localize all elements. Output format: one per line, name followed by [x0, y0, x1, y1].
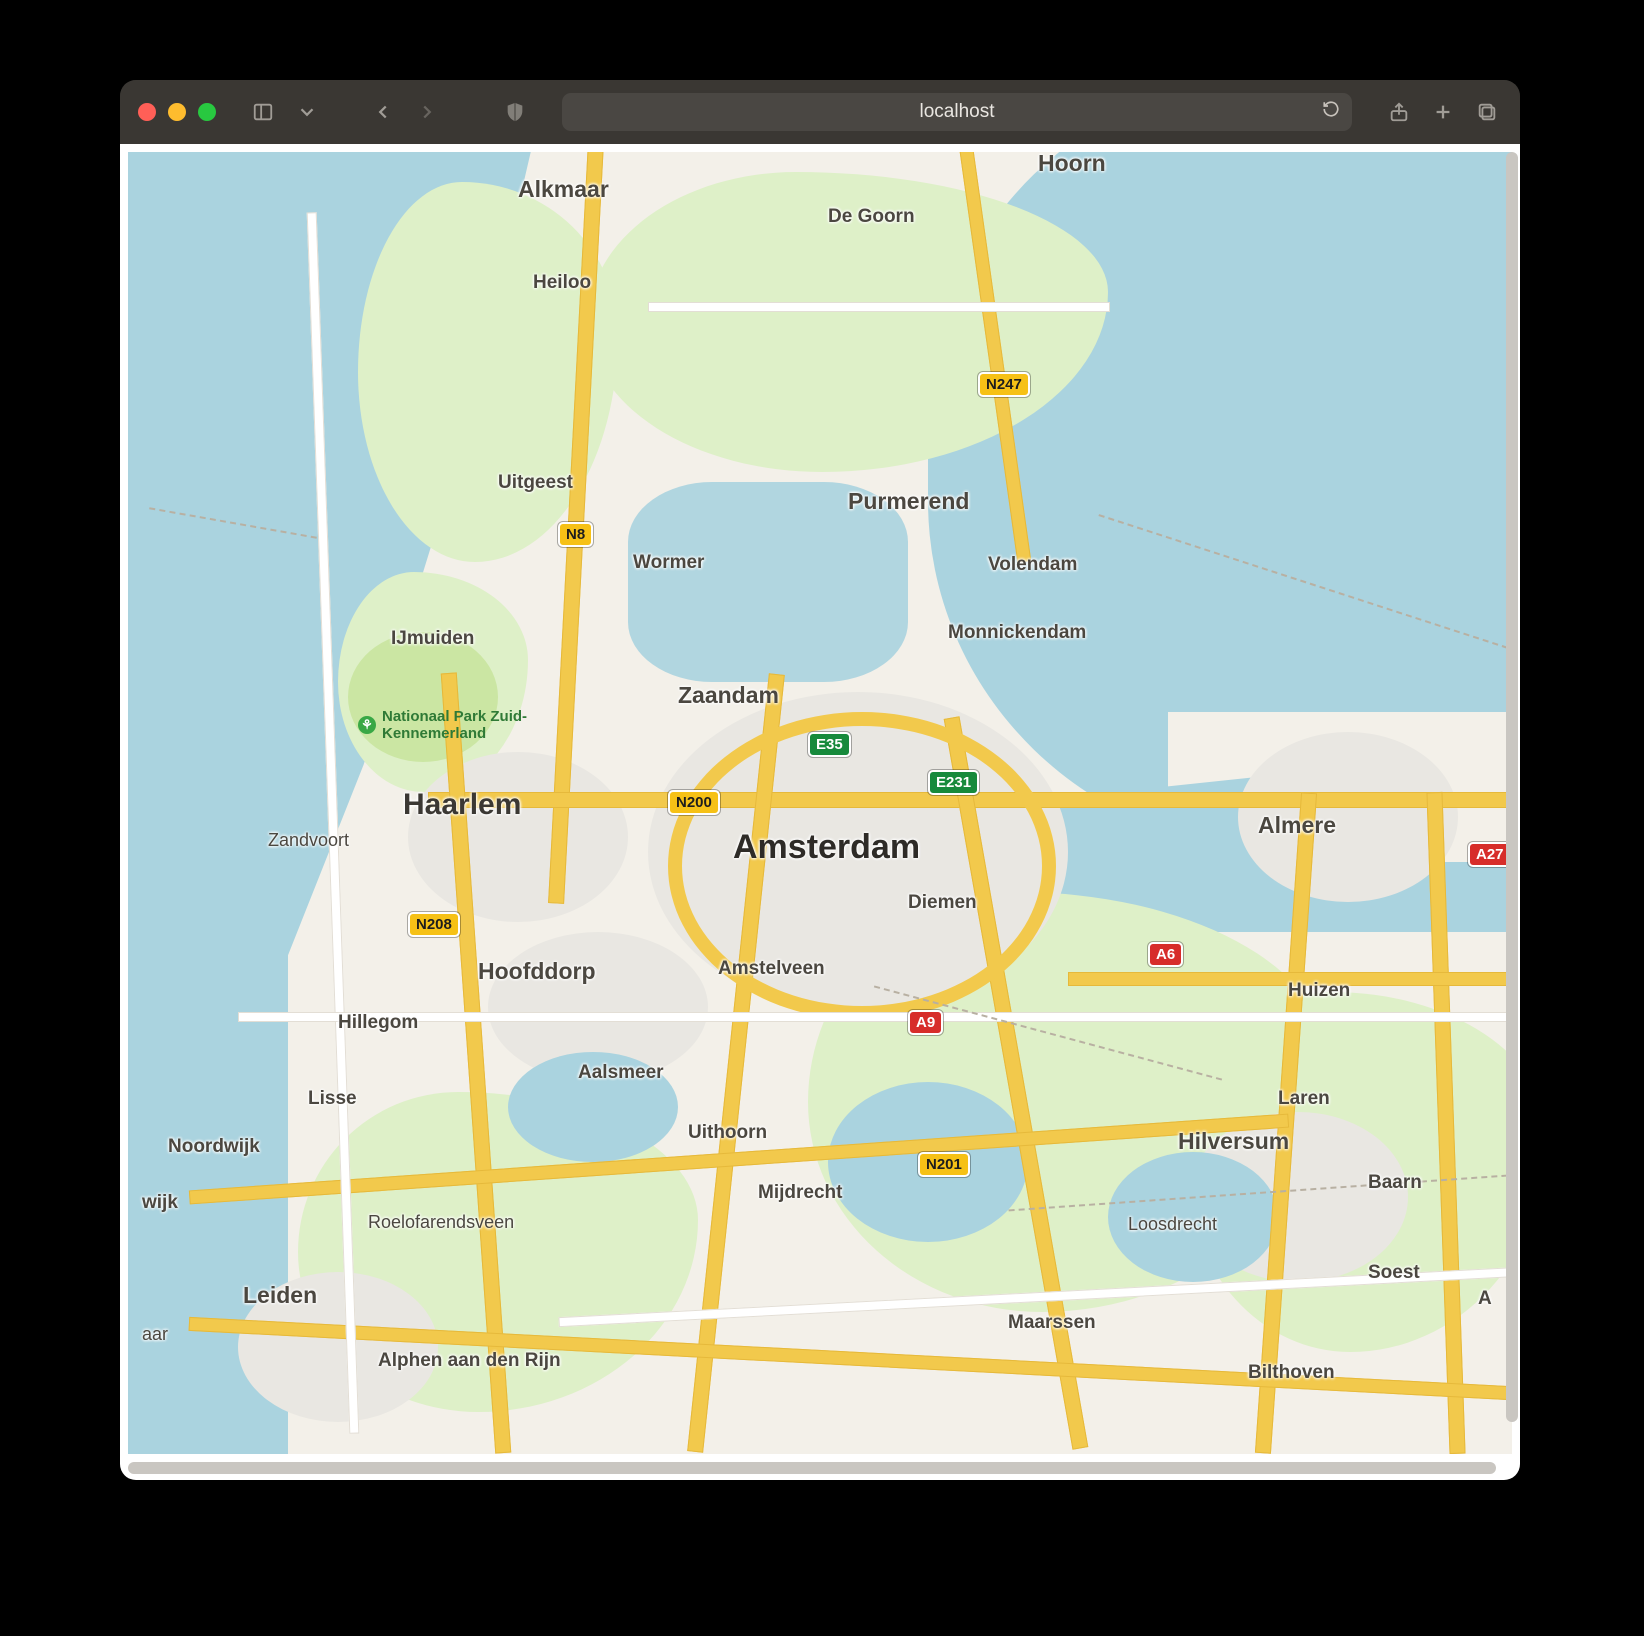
label-wijk-cut: wijk	[142, 1192, 178, 1214]
shield-A9: A9	[908, 1010, 943, 1035]
label-aar-cut: aar	[142, 1324, 168, 1345]
label-uitgeest: Uitgeest	[498, 472, 573, 494]
label-soest: Soest	[1368, 1262, 1420, 1284]
label-leiden: Leiden	[243, 1282, 317, 1309]
label-bilthoven: Bilthoven	[1248, 1362, 1335, 1384]
shield-E231: E231	[928, 770, 979, 795]
label-ijmuiden: IJmuiden	[391, 628, 474, 650]
tree-icon: ⚘	[358, 716, 376, 734]
share-button[interactable]	[1384, 97, 1414, 127]
shield-N247: N247	[978, 372, 1030, 397]
label-baarn: Baarn	[1368, 1172, 1422, 1194]
address-bar[interactable]: localhost	[562, 93, 1352, 131]
label-alphen: Alphen aan den Rijn	[378, 1350, 561, 1372]
label-aalsmeer: Aalsmeer	[578, 1062, 664, 1084]
shield-A6: A6	[1148, 942, 1183, 967]
maximize-window-button[interactable]	[198, 103, 216, 121]
horizontal-scrollbar[interactable]	[128, 1462, 1496, 1474]
label-almere: Almere	[1258, 812, 1336, 839]
vertical-scrollbar[interactable]	[1506, 152, 1518, 1422]
label-alkmaar: Alkmaar	[518, 176, 609, 203]
label-haarlem: Haarlem	[403, 788, 521, 822]
label-loosdrecht: Loosdrecht	[1128, 1214, 1217, 1235]
label-uithoorn: Uithoorn	[688, 1122, 767, 1144]
forward-button[interactable]	[412, 97, 442, 127]
label-noordwijk: Noordwijk	[168, 1136, 260, 1158]
label-amstelveen: Amstelveen	[718, 958, 825, 980]
label-lisse: Lisse	[308, 1088, 357, 1110]
poi-nationaal-park: ⚘ Nationaal Park Zuid- Kennemerland	[358, 708, 527, 742]
label-heiloo: Heiloo	[533, 272, 591, 294]
label-degoorn: De Goorn	[828, 206, 915, 228]
close-window-button[interactable]	[138, 103, 156, 121]
shield-N8: N8	[558, 522, 593, 547]
minimize-window-button[interactable]	[168, 103, 186, 121]
tabs-overview-button[interactable]	[1472, 97, 1502, 127]
map-canvas[interactable]: N247 N8 N200 N208 N201 E35 E231 A6 A9 A2…	[128, 152, 1512, 1454]
titlebar: localhost	[120, 80, 1520, 144]
label-zaandam: Zaandam	[678, 682, 779, 709]
new-tab-button[interactable]	[1428, 97, 1458, 127]
chevron-down-icon[interactable]	[292, 97, 322, 127]
label-hilversum: Hilversum	[1178, 1128, 1289, 1155]
reload-button[interactable]	[1322, 100, 1340, 124]
shield-E35: E35	[808, 732, 851, 757]
browser-window: localhost	[120, 80, 1520, 1480]
label-wormer: Wormer	[633, 552, 704, 574]
label-amsterdam: Amsterdam	[733, 828, 920, 867]
label-maarssen: Maarssen	[1008, 1312, 1096, 1334]
poi-label: Nationaal Park Zuid- Kennemerland	[382, 708, 527, 742]
shield-icon[interactable]	[500, 97, 530, 127]
label-laren: Laren	[1278, 1088, 1330, 1110]
shield-N208: N208	[408, 912, 460, 937]
page-content: N247 N8 N200 N208 N201 E35 E231 A6 A9 A2…	[120, 144, 1520, 1480]
window-controls	[138, 103, 216, 121]
label-diemen: Diemen	[908, 892, 977, 914]
shield-N201: N201	[918, 1152, 970, 1177]
label-a-cut: A	[1478, 1288, 1492, 1310]
label-hoorn: Hoorn	[1038, 152, 1106, 177]
label-mijdrecht: Mijdrecht	[758, 1182, 842, 1204]
label-huizen: Huizen	[1288, 980, 1350, 1002]
shield-A27: A27	[1468, 842, 1512, 867]
label-hoofddorp: Hoofddorp	[478, 958, 596, 985]
label-hillegom: Hillegom	[338, 1012, 418, 1034]
label-roelofarendsveen: Roelofarendsveen	[368, 1212, 514, 1233]
address-text: localhost	[920, 101, 995, 123]
back-button[interactable]	[368, 97, 398, 127]
sidebar-toggle-button[interactable]	[248, 97, 278, 127]
label-zandvoort: Zandvoort	[268, 830, 349, 851]
label-monnickendam: Monnickendam	[948, 622, 1086, 644]
label-volendam: Volendam	[988, 554, 1077, 576]
shield-N200: N200	[668, 790, 720, 815]
label-purmerend: Purmerend	[848, 488, 969, 515]
